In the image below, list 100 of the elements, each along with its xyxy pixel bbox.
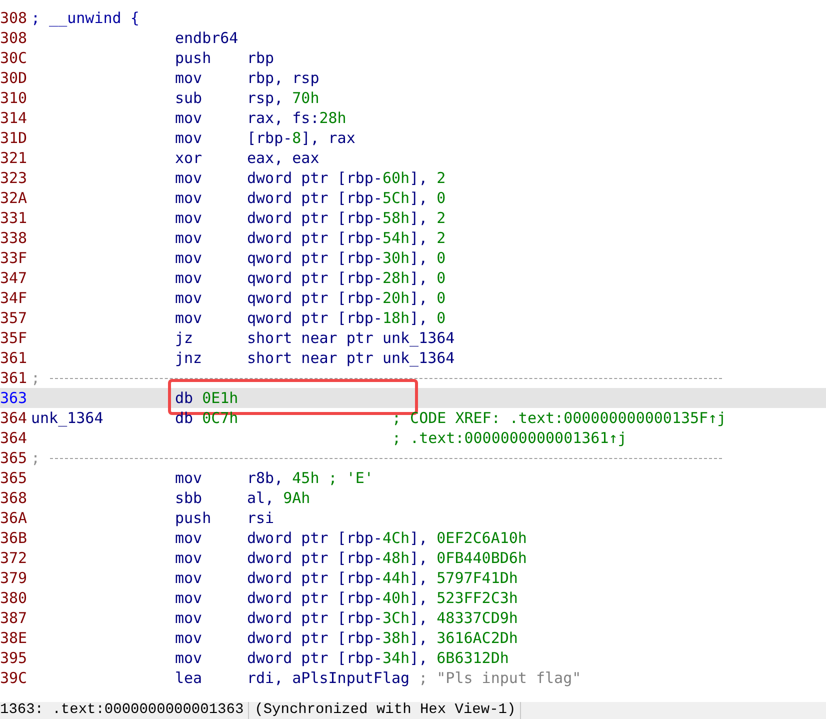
address: 30D xyxy=(0,68,28,88)
status-location: 1363: .text:0000000000001363 xyxy=(0,702,249,719)
operand: dword ptr [rbp-38h], 3616AC2Dh xyxy=(247,629,518,647)
status-sync-text: (Synchronized with Hex View-1) xyxy=(254,702,521,719)
address: 365 xyxy=(0,448,28,468)
address: 363 xyxy=(0,388,28,408)
mnemonic: mov xyxy=(175,649,202,667)
address: 38E xyxy=(0,628,28,648)
mnemonic: db xyxy=(175,408,194,428)
address: 321 xyxy=(0,148,28,168)
label-name: unk_1364 xyxy=(31,409,104,427)
mnemonic: mov xyxy=(175,309,202,327)
mnemonic: db xyxy=(175,388,194,408)
operand: rdi, aPlsInputFlag ; "Pls input flag" xyxy=(247,669,582,687)
operand: dword ptr [rbp-4Ch], 0EF2C6A10h xyxy=(247,529,527,547)
address: 310 xyxy=(0,88,28,108)
address: 372 xyxy=(0,548,28,568)
mnemonic: jz xyxy=(175,329,194,347)
operand: dword ptr [rbp-48h], 0FB440BD6h xyxy=(247,549,527,567)
comment: ; __unwind { xyxy=(31,9,140,27)
operand: dword ptr [rbp-5Ch], 0 xyxy=(247,189,446,207)
operand: qword ptr [rbp-30h], 0 xyxy=(247,249,446,267)
operand: qword ptr [rbp-18h], 0 xyxy=(247,309,446,327)
operand: dword ptr [rbp-34h], 6B6312Dh xyxy=(247,649,509,667)
mnemonic: mov xyxy=(175,549,202,567)
address: 308 xyxy=(0,8,28,28)
operand: 0C7h xyxy=(202,408,238,428)
mnemonic: push xyxy=(175,509,212,527)
operand: rbp, rsp xyxy=(247,69,320,87)
address: 347 xyxy=(0,268,28,288)
address: 380 xyxy=(0,588,28,608)
mnemonic: mov xyxy=(175,69,202,87)
mnemonic: mov xyxy=(175,229,202,247)
address: 365 xyxy=(0,468,28,488)
mnemonic: mov xyxy=(175,109,202,127)
operand: dword ptr [rbp-58h], 2 xyxy=(247,209,446,227)
address: 36B xyxy=(0,528,28,548)
address: 308 xyxy=(0,28,28,48)
address: 35F xyxy=(0,328,28,348)
operand: dword ptr [rbp-60h], 2 xyxy=(247,169,446,187)
operand: rsi xyxy=(247,509,274,527)
address: 36A xyxy=(0,508,28,528)
mnemonic: mov xyxy=(175,589,202,607)
mnemonic: mov xyxy=(175,469,202,487)
operand: 0E1h xyxy=(202,388,238,408)
address: 361 xyxy=(0,368,28,388)
mnemonic: xor xyxy=(175,149,202,167)
address: 33F xyxy=(0,248,28,268)
address: 31D xyxy=(0,128,28,148)
operand: dword ptr [rbp-54h], 2 xyxy=(247,229,446,247)
address: 387 xyxy=(0,608,28,628)
xref-comment: ; .text:0000000000001361↑j xyxy=(392,429,627,447)
address: 395 xyxy=(0,648,28,668)
operand: al, 9Ah xyxy=(247,489,310,507)
operand: rsp, 70h xyxy=(247,89,320,107)
operand: short near ptr unk_1364 xyxy=(247,329,455,347)
address: 34F xyxy=(0,288,28,308)
operand: r8b, 45h ; 'E' xyxy=(247,469,374,487)
address: 368 xyxy=(0,488,28,508)
mnemonic: mov xyxy=(175,529,202,547)
operand: eax, eax xyxy=(247,149,320,167)
mnemonic: mov xyxy=(175,169,202,187)
mnemonic: lea xyxy=(175,669,202,687)
address: 32A xyxy=(0,188,28,208)
mnemonic: mov xyxy=(175,269,202,287)
operand: rbp xyxy=(247,49,274,67)
comment: ; xyxy=(31,368,40,388)
operand: rax, fs:28h xyxy=(247,109,346,127)
mnemonic: push xyxy=(175,49,212,67)
address: 379 xyxy=(0,568,28,588)
mnemonic: mov xyxy=(175,629,202,647)
address: 364 xyxy=(0,428,28,448)
address: 364 xyxy=(0,408,28,428)
address: 30C xyxy=(0,48,28,68)
comment: ; xyxy=(31,448,40,468)
address: 323 xyxy=(0,168,28,188)
operand: [rbp-8], rax xyxy=(247,129,356,147)
mnemonic: endbr64 xyxy=(175,29,238,47)
operand: dword ptr [rbp-40h], 523FF2C3h xyxy=(247,589,518,607)
address: 361 xyxy=(0,348,28,368)
operand: qword ptr [rbp-20h], 0 xyxy=(247,289,446,307)
mnemonic: mov xyxy=(175,289,202,307)
mnemonic: mov xyxy=(175,209,202,227)
xref-comment: ; CODE XREF: .text:000000000000135F↑j xyxy=(392,409,726,427)
address: 338 xyxy=(0,228,28,248)
address: 357 xyxy=(0,308,28,328)
operand: dword ptr [rbp-44h], 5797F41Dh xyxy=(247,569,518,587)
address: 331 xyxy=(0,208,28,228)
mnemonic: mov xyxy=(175,569,202,587)
mnemonic: jnz xyxy=(175,349,202,367)
address: 39C xyxy=(0,668,28,688)
mnemonic: mov xyxy=(175,129,202,147)
mnemonic: mov xyxy=(175,189,202,207)
operand: short near ptr unk_1364 xyxy=(247,349,455,367)
mnemonic: mov xyxy=(175,249,202,267)
mnemonic: mov xyxy=(175,609,202,627)
operand: dword ptr [rbp-3Ch], 48337CD9h xyxy=(247,609,518,627)
mnemonic: sub xyxy=(175,89,202,107)
address: 314 xyxy=(0,108,28,128)
operand: qword ptr [rbp-28h], 0 xyxy=(247,269,446,287)
